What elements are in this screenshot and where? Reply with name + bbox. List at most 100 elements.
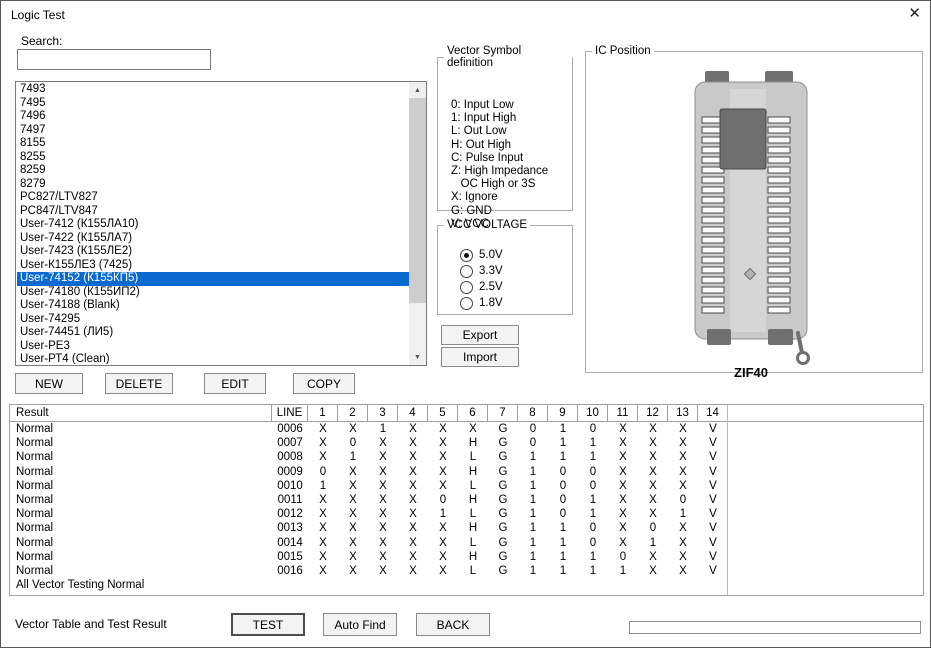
export-button[interactable]: Export bbox=[441, 325, 519, 345]
chip-list-item[interactable]: 8255 bbox=[17, 151, 409, 165]
pin-cell: X bbox=[379, 479, 387, 492]
vector-symbol-line: L: Out Low bbox=[451, 125, 507, 138]
pin-cell: X bbox=[649, 451, 657, 464]
chip-list-item[interactable]: 7496 bbox=[17, 110, 409, 124]
chip-list-item[interactable]: 7493 bbox=[17, 83, 409, 97]
table-row[interactable]: Normal 0007 X 0 X X X H G 0 1 1 X X X V bbox=[10, 436, 923, 450]
pin-cell: X bbox=[439, 423, 447, 436]
result-cell: Normal bbox=[16, 423, 54, 436]
table-row[interactable]: Normal 0009 0 X X X X H G 1 0 0 X X X V bbox=[10, 465, 923, 479]
table-row[interactable]: Normal 0010 1 X X X X L G 1 0 0 X X X V bbox=[10, 479, 923, 493]
pin-cell: 1 bbox=[559, 564, 567, 577]
table-row[interactable]: Normal 0011 X X X X 0 H G 1 0 1 X X 0 V bbox=[10, 493, 923, 507]
pin-cell: 0 bbox=[619, 550, 627, 563]
table-column-divider bbox=[727, 405, 728, 595]
vector-symbol-line: X: Ignore bbox=[451, 191, 498, 204]
new-button[interactable]: NEW bbox=[15, 373, 83, 394]
auto-find-button[interactable]: Auto Find bbox=[323, 613, 397, 636]
chip-list-item[interactable]: User-7412 (К155ЛА10) bbox=[17, 218, 409, 232]
chip-list-item[interactable]: User-РЕ3 bbox=[17, 340, 409, 354]
table-row[interactable]: Normal 0006 X X 1 X X X G 0 1 0 X X X V bbox=[10, 422, 923, 436]
pin-cell: G bbox=[498, 423, 508, 436]
pin-cell: H bbox=[468, 550, 478, 563]
table-header-cell: 2 bbox=[338, 405, 368, 421]
table-row[interactable]: Normal 0015 X X X X X H G 1 1 1 0 X X V bbox=[10, 550, 923, 564]
chip-list-item[interactable]: User-К155ЛЕ3 (7425) bbox=[17, 259, 409, 273]
pin-cell: X bbox=[619, 536, 627, 549]
test-button[interactable]: TEST bbox=[231, 613, 305, 636]
pin-cell: X bbox=[409, 437, 417, 450]
list-scrollbar[interactable]: ▲ ▼ bbox=[409, 82, 426, 365]
import-button[interactable]: Import bbox=[441, 347, 519, 367]
chip-list-item[interactable]: User-74295 bbox=[17, 313, 409, 327]
chip-list-item[interactable]: 7495 bbox=[17, 97, 409, 111]
pin-cell: 1 bbox=[529, 508, 537, 521]
table-row[interactable]: Normal 0016 X X X X X L G 1 1 1 1 X X V bbox=[10, 564, 923, 578]
chip-list-item[interactable]: User-РТ4 (Clean) bbox=[17, 353, 409, 364]
chip-list[interactable]: 7493 7495 7496 7497 8155 8255 8259 8279 PC827/LT… bbox=[15, 81, 427, 366]
scroll-down-icon[interactable]: ▼ bbox=[409, 349, 426, 365]
vcc-option-5.0V[interactable]: 5.0V bbox=[460, 247, 503, 263]
search-input[interactable] bbox=[17, 49, 211, 70]
table-row[interactable]: Normal 0008 X 1 X X X L G 1 1 1 X X X V bbox=[10, 450, 923, 464]
vector-symbol-line: Z: High Impedance bbox=[451, 165, 549, 178]
pin-cell: X bbox=[619, 508, 627, 521]
pin-cell: V bbox=[709, 437, 717, 450]
table-header-cell: 12 bbox=[638, 405, 668, 421]
chip-list-item[interactable]: User-74188 (Blank) bbox=[17, 299, 409, 313]
vcc-option-1.8V[interactable]: 1.8V bbox=[460, 295, 503, 311]
table-row[interactable]: Normal 0013 X X X X X H G 1 1 0 X 0 X V bbox=[10, 521, 923, 535]
chip-list-item[interactable]: PC827/LTV827 bbox=[17, 191, 409, 205]
radio-icon[interactable] bbox=[460, 248, 473, 262]
chip-list-item[interactable]: User-74152 (К155КП5) bbox=[17, 272, 409, 286]
chip-list-item[interactable]: 7497 bbox=[17, 124, 409, 138]
pin-cell: X bbox=[439, 451, 447, 464]
table-row[interactable]: Normal 0012 X X X X 1 L G 1 0 1 X X 1 V bbox=[10, 507, 923, 521]
radio-icon[interactable] bbox=[460, 296, 473, 310]
scroll-up-icon[interactable]: ▲ bbox=[409, 82, 426, 98]
copy-button[interactable]: COPY bbox=[293, 373, 355, 394]
chip-list-item[interactable]: User-7422 (К155ЛА7) bbox=[17, 232, 409, 246]
pin-cell: X bbox=[619, 423, 627, 436]
pin-cell: X bbox=[649, 479, 657, 492]
line-cell: 0015 bbox=[277, 550, 303, 563]
vcc-option-label: 5.0V bbox=[479, 249, 503, 261]
pin-cell: X bbox=[349, 479, 357, 492]
pin-cell: X bbox=[439, 522, 447, 535]
pin-cell: V bbox=[709, 479, 717, 492]
line-cell: 0006 bbox=[277, 423, 303, 436]
pin-cell: 0 bbox=[559, 479, 567, 492]
scrollbar-thumb[interactable] bbox=[409, 98, 426, 303]
pin-cell: X bbox=[319, 522, 327, 535]
edit-button[interactable]: EDIT bbox=[204, 373, 266, 394]
back-button[interactable]: BACK bbox=[416, 613, 490, 636]
table-row[interactable]: Normal 0014 X X X X X L G 1 1 0 X 1 X V bbox=[10, 536, 923, 550]
vcc-option-2.5V[interactable]: 2.5V bbox=[460, 279, 503, 295]
pin-cell: X bbox=[409, 423, 417, 436]
chip-list-item[interactable]: User-74180 (К155ИП2) bbox=[17, 286, 409, 300]
radio-icon[interactable] bbox=[460, 280, 473, 294]
pin-cell: X bbox=[349, 536, 357, 549]
pin-cell: X bbox=[439, 564, 447, 577]
line-cell: 0009 bbox=[277, 465, 303, 478]
pin-cell: 1 bbox=[529, 479, 537, 492]
chip-list-item[interactable]: User-74451 (ЛИ5) bbox=[17, 326, 409, 340]
result-cell: Normal bbox=[16, 451, 54, 464]
pin-cell: X bbox=[379, 550, 387, 563]
radio-icon[interactable] bbox=[460, 264, 473, 278]
chip-list-item[interactable]: 8259 bbox=[17, 164, 409, 178]
chip-list-item[interactable]: 8155 bbox=[17, 137, 409, 151]
pin-cell: 1 bbox=[529, 494, 537, 507]
vcc-option-3.3V[interactable]: 3.3V bbox=[460, 263, 503, 279]
delete-button[interactable]: DELETE bbox=[105, 373, 173, 394]
chip-list-item[interactable]: 8279 bbox=[17, 178, 409, 192]
close-icon[interactable]: ✕ bbox=[908, 5, 921, 23]
chip-list-item[interactable]: PC847/LTV847 bbox=[17, 205, 409, 219]
logic-test-window: Logic Test ✕ Search: 7493 7495 7496 7497 815… bbox=[0, 0, 931, 648]
pin-cell: X bbox=[679, 550, 687, 563]
pin-cell: X bbox=[409, 465, 417, 478]
pin-cell: X bbox=[619, 437, 627, 450]
pin-cell: 1 bbox=[589, 451, 597, 464]
pin-cell: X bbox=[619, 522, 627, 535]
chip-list-item[interactable]: User-7423 (К155ЛЕ2) bbox=[17, 245, 409, 259]
